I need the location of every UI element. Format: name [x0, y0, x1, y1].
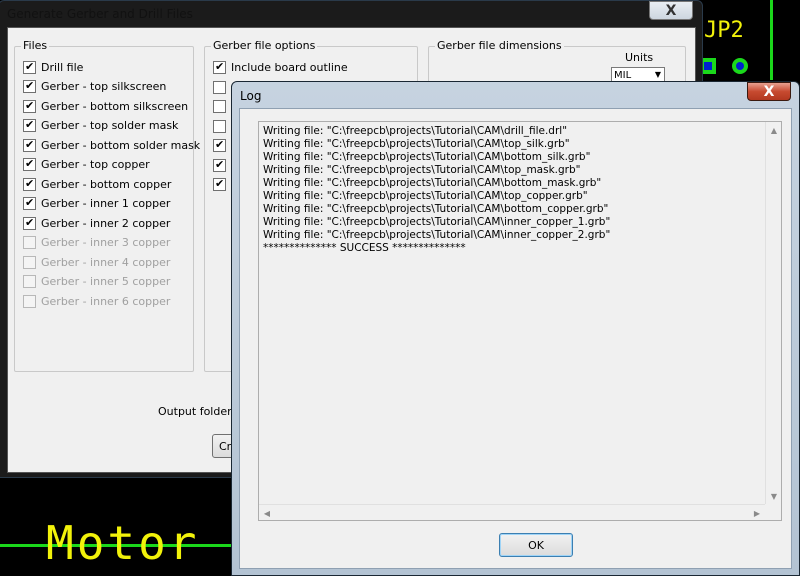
include-board-outline-option[interactable]: Include board outline [213, 59, 348, 75]
log-close-button[interactable]: X [747, 82, 791, 101]
log-line: ************** SUCCESS ************** [263, 242, 466, 254]
file-option-checkbox[interactable] [23, 196, 36, 210]
output-folder-label: Output folder: [158, 405, 236, 418]
file-option-label: Gerber - top silkscreen [41, 80, 167, 93]
gerber-dialog-titlebar[interactable]: Generate Gerber and Drill Files X [0, 1, 702, 27]
log-line: Writing file: "C:\freepcb\projects\Tutor… [263, 203, 609, 215]
gerber-option-3[interactable] [213, 98, 231, 114]
file-option-label: Gerber - bottom solder mask [41, 138, 201, 152]
gerber-option-6[interactable] [213, 157, 231, 173]
gerber-close-button[interactable]: X [649, 1, 693, 20]
file-option[interactable]: Gerber - bottom solder mask [23, 137, 200, 153]
gerber-option-2[interactable] [213, 79, 231, 95]
file-option-label: Gerber - bottom silkscreen [41, 99, 189, 113]
scroll-up-icon[interactable]: ▲ [766, 122, 782, 138]
option-checkbox[interactable] [213, 177, 226, 191]
log-horizontal-scrollbar[interactable]: ◀ ▶ [259, 504, 765, 520]
file-option[interactable]: Gerber - top solder mask [23, 118, 178, 134]
pcb-trace [770, 0, 773, 80]
gerber-option-5[interactable] [213, 137, 231, 153]
include-board-outline-checkbox[interactable] [213, 60, 226, 74]
scroll-right-icon[interactable]: ▶ [749, 505, 765, 521]
file-option[interactable]: Gerber - inner 1 copper [23, 196, 170, 212]
log-text: Writing file: "C:\freepcb\projects\Tutor… [263, 125, 765, 255]
include-board-outline-label: Include board outline [231, 60, 348, 74]
ok-button-label: OK [528, 538, 544, 552]
pcb-pad-round [732, 58, 748, 74]
file-option-checkbox[interactable] [23, 79, 36, 93]
file-option-checkbox[interactable] [23, 177, 36, 191]
log-line: Writing file: "C:\freepcb\projects\Tutor… [263, 138, 570, 150]
file-option[interactable]: Gerber - inner 2 copper [23, 215, 170, 231]
file-option: Gerber - inner 5 copper [23, 274, 170, 290]
file-option-label: Gerber - inner 5 copper [41, 275, 171, 288]
file-option: Gerber - inner 3 copper [23, 235, 170, 251]
log-output-box[interactable]: Writing file: "C:\freepcb\projects\Tutor… [258, 121, 782, 521]
file-option: Gerber - inner 6 copper [23, 293, 170, 309]
gerber-dimensions-group-label: Gerber file dimensions [435, 39, 564, 52]
log-dialog-body: Writing file: "C:\freepcb\projects\Tutor… [239, 108, 792, 569]
file-option-label: Gerber - bottom copper [41, 177, 172, 191]
log-line: Writing file: "C:\freepcb\projects\Tutor… [263, 229, 611, 241]
log-dialog: Log X Writing file: "C:\freepcb\projects… [231, 81, 800, 576]
option-checkbox[interactable] [213, 138, 226, 152]
files-group-label: Files [21, 39, 50, 52]
file-option[interactable]: Gerber - bottom copper [23, 176, 171, 192]
pcb-silk-text: Motor C [46, 516, 261, 570]
file-option-label: Gerber - inner 3 copper [41, 236, 171, 249]
file-option-label: Drill file [41, 60, 84, 74]
log-line: Writing file: "C:\freepcb\projects\Tutor… [263, 216, 611, 228]
file-option-label: Gerber - inner 2 copper [41, 216, 171, 230]
file-option-label: Gerber - top copper [41, 158, 150, 171]
file-option-label: Gerber - inner 1 copper [41, 197, 171, 210]
file-option-checkbox[interactable] [23, 99, 36, 113]
gerber-option-7[interactable] [213, 176, 231, 192]
units-label: Units [625, 51, 654, 64]
file-option-checkbox [23, 275, 36, 288]
option-checkbox[interactable] [213, 119, 226, 133]
files-group: Files Drill file Gerber - top silkscreen G… [14, 39, 200, 372]
log-dialog-title: Log [240, 89, 262, 103]
close-icon: X [665, 2, 677, 19]
option-checkbox[interactable] [213, 80, 226, 94]
pcb-ref-label: JP2 [704, 18, 744, 43]
file-option-checkbox [23, 255, 36, 269]
log-line: Writing file: "C:\freepcb\projects\Tutor… [263, 164, 581, 176]
file-option: Gerber - inner 4 copper [23, 254, 170, 270]
gerber-dialog-title: Generate Gerber and Drill Files [7, 7, 193, 21]
gerber-options-group-label: Gerber file options [211, 39, 318, 52]
log-line: Writing file: "C:\freepcb\projects\Tutor… [263, 151, 591, 163]
units-value: MIL [614, 70, 632, 81]
log-line: Writing file: "C:\freepcb\projects\Tutor… [263, 125, 568, 137]
file-option-label: Gerber - top solder mask [41, 119, 179, 132]
file-option[interactable]: Gerber - bottom silkscreen [23, 98, 188, 114]
file-option-checkbox[interactable] [23, 138, 36, 152]
file-option-label: Gerber - inner 4 copper [41, 255, 171, 269]
file-option[interactable]: Drill file [23, 59, 83, 75]
option-checkbox[interactable] [213, 99, 226, 113]
file-option-checkbox [23, 294, 36, 308]
file-option[interactable]: Gerber - top silkscreen [23, 79, 166, 95]
file-option-checkbox[interactable] [23, 118, 36, 132]
chevron-down-icon: ▼ [654, 70, 661, 79]
option-checkbox[interactable] [213, 158, 226, 172]
log-dialog-titlebar[interactable]: Log X [232, 82, 799, 108]
file-option-checkbox[interactable] [23, 157, 36, 171]
log-line: Writing file: "C:\freepcb\projects\Tutor… [263, 177, 602, 189]
log-line: Writing file: "C:\freepcb\projects\Tutor… [263, 190, 588, 202]
gerber-option-4[interactable] [213, 118, 231, 134]
create-files-button-label: Cr [219, 439, 232, 453]
file-option[interactable]: Gerber - top copper [23, 157, 150, 173]
ok-button[interactable]: OK [499, 533, 573, 557]
close-icon: X [763, 83, 775, 100]
file-option-checkbox[interactable] [23, 216, 36, 230]
file-option-label: Gerber - inner 6 copper [41, 294, 171, 308]
scroll-down-icon[interactable]: ▼ [766, 488, 782, 504]
log-vertical-scrollbar[interactable]: ▲ ▼ [765, 122, 781, 504]
file-option-checkbox [23, 236, 36, 249]
scroll-left-icon[interactable]: ◀ [259, 505, 275, 521]
file-option-checkbox[interactable] [23, 60, 36, 74]
